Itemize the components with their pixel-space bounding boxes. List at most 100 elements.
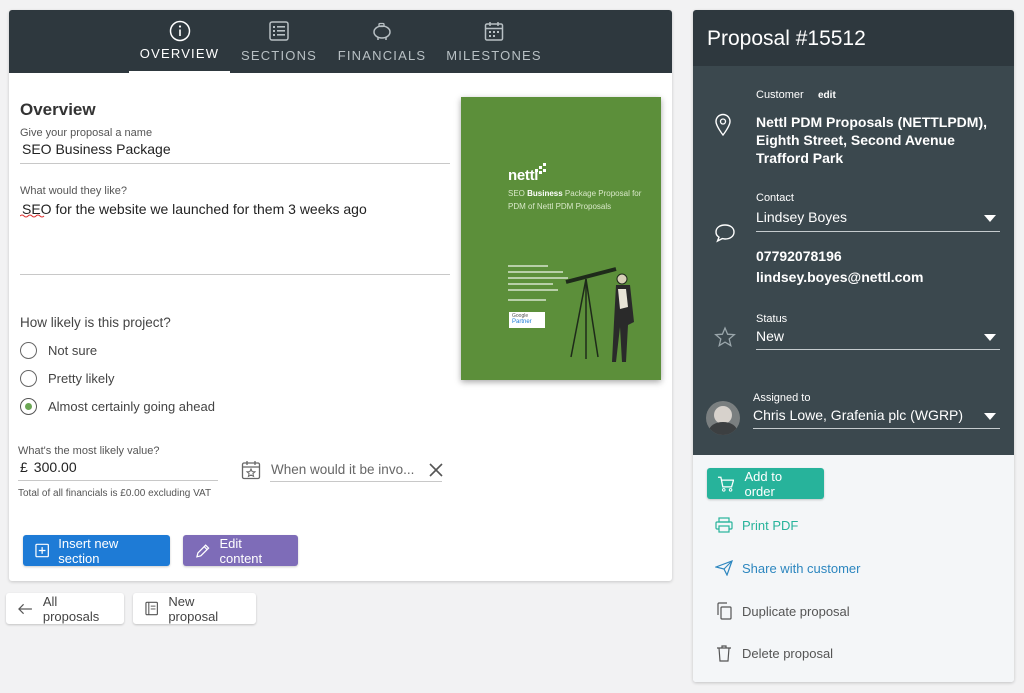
document-icon [145, 601, 158, 616]
add-to-order-label: Add to order [744, 468, 783, 499]
section-heading: Overview [20, 100, 96, 119]
contact-phone: 07792078196 [756, 248, 842, 264]
likely-question: How likely is this project? [20, 315, 171, 330]
chevron-down-icon [984, 413, 996, 420]
delete-action[interactable]: Delete proposal [715, 644, 833, 662]
tab-overview[interactable]: OVERVIEW [129, 10, 230, 73]
clear-icon[interactable] [429, 463, 443, 477]
calendar-star-icon[interactable] [241, 460, 261, 480]
edit-content-button[interactable]: Edit content [183, 535, 298, 566]
radio-label: Not sure [48, 342, 98, 358]
assigned-select[interactable]: Chris Lowe, Grafenia plc (WGRP) [753, 407, 1000, 429]
pencil-icon [196, 543, 210, 558]
proposal-details: Customer edit Nettl PDM Proposals (NETTL… [693, 66, 1014, 455]
nettl-logo-mark [535, 163, 546, 174]
add-to-order-button[interactable]: Add to order [707, 468, 824, 499]
proposal-actions: Add to order Print PDF Share with custom… [693, 455, 1014, 682]
status-select[interactable]: New [756, 328, 1000, 350]
radio-circle-selected[interactable] [20, 397, 37, 415]
contact-label: Contact [756, 192, 794, 204]
value-text: 300.00 [33, 459, 77, 475]
avatar [706, 401, 740, 435]
like-textarea[interactable]: SEO for the website we launched for them… [20, 197, 450, 275]
radio-almost-certain[interactable]: Almost certainly going ahead [20, 392, 450, 420]
spellcheck-underline [20, 214, 45, 218]
cover-logo: nettl [508, 167, 539, 184]
assigned-value: Chris Lowe, Grafenia plc (WGRP) [753, 407, 964, 423]
radio-circle[interactable] [20, 341, 37, 359]
list-icon [269, 21, 289, 41]
financials-note: Total of all financials is £0.00 excludi… [18, 488, 212, 499]
tab-sections[interactable]: SECTIONS [241, 10, 316, 73]
insert-section-label: Insert new section [58, 535, 119, 566]
customer-label: Customer [756, 89, 804, 101]
status-value: New [756, 328, 785, 344]
tab-bar: OVERVIEW SECTIONS FINANCIALS MILESTONES [9, 10, 672, 73]
share-label: Share with customer [742, 560, 861, 576]
badge-line2: Partner [512, 319, 532, 325]
invoice-date-input[interactable]: When would it be invo... [270, 462, 442, 482]
proposal-cover-image: nettl SEO Business Package Proposal for … [461, 97, 661, 380]
tab-overview-label: OVERVIEW [139, 46, 220, 61]
tab-financials[interactable]: FINANCIALS [337, 10, 427, 73]
radio-not-sure[interactable]: Not sure [20, 336, 450, 364]
duplicate-label: Duplicate proposal [742, 603, 850, 619]
cover-subtitle: PDM of Nettl PDM Proposals [508, 202, 612, 211]
proposal-details-card: Proposal #15512 Customer edit Nettl PDM … [693, 10, 1014, 682]
share-action[interactable]: Share with customer [715, 560, 861, 576]
cart-icon [717, 476, 735, 492]
plus-square-icon [35, 543, 49, 558]
cover-title-bold: Business [527, 189, 563, 198]
radio-label: Almost certainly going ahead [48, 398, 215, 414]
assigned-label: Assigned to [753, 392, 811, 404]
copy-icon [717, 602, 732, 620]
overview-card: OVERVIEW SECTIONS FINANCIALS MILESTONES … [9, 10, 672, 581]
info-icon [169, 20, 190, 42]
telescope-illustration [565, 267, 634, 362]
cover-title-part2: Package Proposal for [562, 189, 642, 198]
new-proposal-label: New proposal [168, 593, 219, 624]
cover-title: SEO Business Package Proposal for [508, 189, 641, 198]
like-label: What would they like? [20, 185, 127, 197]
insert-section-button[interactable]: Insert new section [23, 535, 170, 566]
all-proposals-button[interactable]: All proposals [6, 593, 124, 624]
radio-pretty-likely[interactable]: Pretty likely [20, 364, 450, 392]
delete-label: Delete proposal [742, 645, 834, 661]
proposal-name-input[interactable]: SEO Business Package [20, 139, 450, 164]
tab-sections-label: SECTIONS [240, 48, 318, 63]
radio-circle[interactable] [20, 369, 37, 387]
tab-milestones[interactable]: MILESTONES [446, 10, 542, 73]
status-label: Status [756, 313, 788, 325]
cover-title-part1: SEO [508, 189, 528, 198]
calendar-icon [484, 22, 504, 41]
overview-form: Overview Give your proposal a name SEO B… [20, 100, 450, 420]
trash-icon [717, 645, 731, 662]
print-pdf-label: Print PDF [742, 517, 799, 533]
partner-badge: Google Partner [509, 312, 545, 328]
printer-icon [715, 517, 733, 533]
chevron-down-icon [984, 215, 996, 222]
contact-email: lindsey.boyes@nettl.com [756, 269, 924, 285]
value-label: What's the most likely value? [18, 445, 160, 457]
piggy-bank-icon [373, 22, 391, 40]
likely-radio-group: Not sure Pretty likely Almost certainly … [20, 336, 450, 420]
radio-label: Pretty likely [48, 370, 115, 386]
contact-select[interactable]: Lindsey Boyes [756, 209, 1000, 232]
customer-edit-link[interactable]: edit [818, 90, 836, 101]
all-proposals-label: All proposals [42, 593, 100, 624]
tab-financials-label: FINANCIALS [337, 48, 427, 63]
duplicate-action[interactable]: Duplicate proposal [715, 602, 850, 620]
print-pdf-action[interactable]: Print PDF [715, 517, 798, 533]
customer-value: Nettl PDM Proposals (NETTLPDM), Eighth S… [756, 114, 988, 166]
currency-symbol: £ [20, 459, 28, 475]
proposal-title: Proposal #15512 [693, 10, 1014, 66]
location-pin-icon [715, 113, 731, 137]
new-proposal-button[interactable]: New proposal [133, 593, 256, 624]
value-input[interactable]: £ 300.00 [18, 457, 218, 481]
edit-content-label: Edit content [219, 535, 263, 566]
paper-plane-icon [715, 560, 733, 576]
tab-milestones-label: MILESTONES [446, 48, 542, 63]
speech-bubble-icon [715, 224, 735, 243]
name-label: Give your proposal a name [20, 127, 153, 139]
chevron-down-icon [984, 334, 996, 341]
